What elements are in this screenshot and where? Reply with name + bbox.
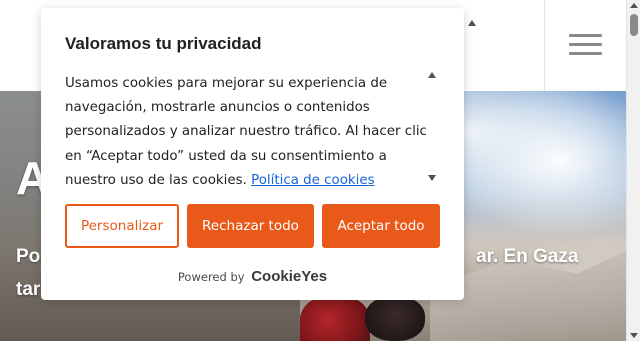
hero-text-line2-left: tar [16, 279, 41, 300]
hero-photo-figure-dark [365, 296, 425, 341]
consent-description: Usamos cookies para mejorar su experienc… [65, 72, 437, 190]
cookie-policy-link[interactable]: Política de cookies [251, 173, 374, 188]
cookie-consent-dialog: Valoramos tu privacidad Usamos cookies p… [41, 8, 476, 300]
page-scrollbar[interactable] [626, 0, 640, 341]
scroll-thumb[interactable] [630, 14, 638, 36]
cookieyes-logo: CookieYes [251, 268, 328, 285]
hero-photo-figure [300, 296, 370, 341]
scroll-up-arrow-icon[interactable] [630, 3, 638, 8]
powered-by-label: Powered by [177, 270, 245, 284]
scroll-down-arrow-icon[interactable] [630, 333, 638, 338]
hero-text-line1-left: Po [16, 246, 41, 267]
dialog-scroll-up-arrow-icon[interactable] [468, 20, 476, 26]
hamburger-menu-icon[interactable] [569, 34, 602, 56]
customize-button[interactable]: Personalizar [65, 204, 179, 248]
consent-body-text: Usamos cookies para mejorar su experienc… [65, 76, 427, 188]
reject-all-button[interactable]: Rechazar todo [187, 204, 314, 248]
consent-title: Valoramos tu privacidad [65, 34, 262, 53]
description-scroll-up-arrow-icon[interactable] [428, 72, 436, 78]
hero-text-line1-right: ar. En Gaza [476, 246, 579, 267]
menu-divider [544, 0, 545, 91]
accept-all-button[interactable]: Aceptar todo [322, 204, 440, 248]
description-scroll-down-arrow-icon[interactable] [428, 175, 436, 181]
powered-by: Powered by CookieYes [41, 268, 464, 285]
